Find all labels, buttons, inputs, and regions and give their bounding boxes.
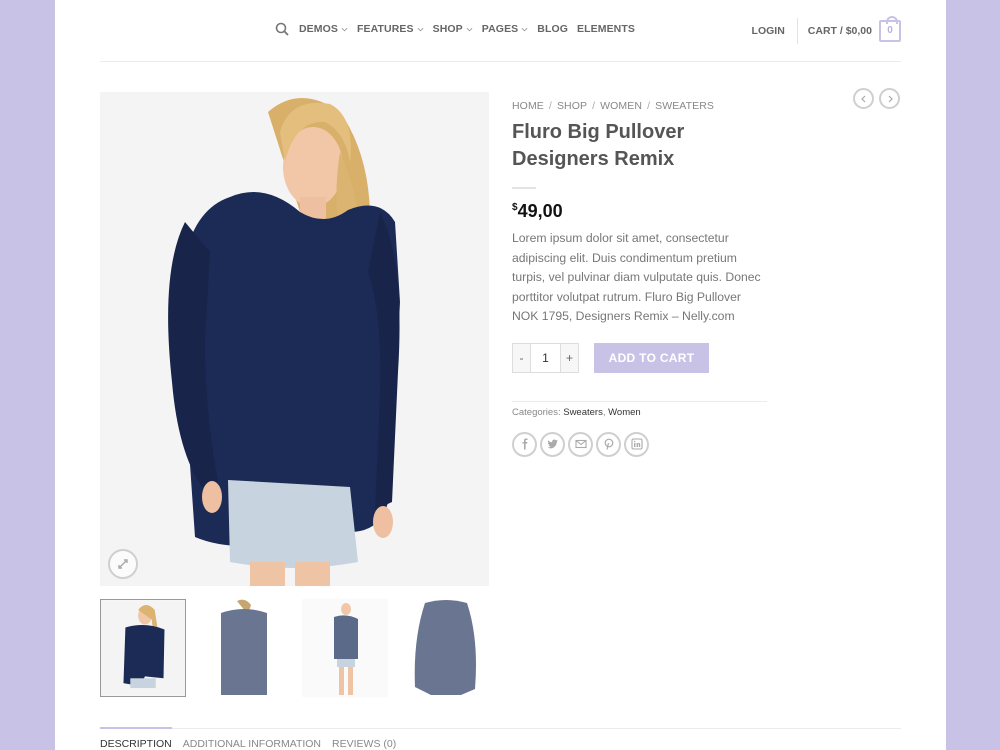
breadcrumb-women[interactable]: WOMEN <box>600 100 642 112</box>
tab-reviews[interactable]: REVIEWS (0) <box>332 729 396 750</box>
product-title: Fluro Big Pullover Designers Remix <box>512 121 685 170</box>
search-icon[interactable] <box>275 22 289 36</box>
tab-additional-information[interactable]: ADDITIONAL INFORMATION <box>183 729 321 750</box>
login-link[interactable]: LOGIN <box>752 18 798 44</box>
nav-pages[interactable]: PAGES <box>482 23 528 35</box>
title-divider <box>512 187 536 189</box>
category-link-women[interactable]: Women <box>608 407 641 418</box>
pinterest-icon <box>604 439 613 451</box>
prev-product-button[interactable] <box>853 88 874 109</box>
breadcrumb-separator: / <box>592 100 596 112</box>
thumbnail-1[interactable] <box>100 599 186 697</box>
add-to-cart-form: - + ADD TO CART <box>512 342 767 373</box>
email-icon <box>574 440 587 449</box>
thumbnail-3[interactable] <box>302 599 388 697</box>
breadcrumb: HOME / SHOP / WOMEN / SWEATERS <box>512 100 767 112</box>
breadcrumb-separator: / <box>647 100 651 112</box>
tab-description[interactable]: DESCRIPTION <box>100 727 172 750</box>
quantity-minus-button[interactable]: - <box>513 343 530 372</box>
product-tabs: DESCRIPTION ADDITIONAL INFORMATION REVIE… <box>100 727 901 750</box>
main-nav: DEMOS FEATURES SHOP PAGES BLOG ELEMENTS <box>275 22 644 36</box>
thumbnail-image <box>201 599 287 697</box>
category-link-sweaters[interactable]: Sweaters <box>563 407 603 418</box>
share-email-button[interactable] <box>568 431 593 457</box>
add-to-cart-button[interactable]: ADD TO CART <box>594 342 709 373</box>
price-amount: 49,00 <box>517 201 563 221</box>
thumbnail-4[interactable] <box>403 599 489 697</box>
product-price: $49,00 <box>512 201 767 222</box>
main-product-image[interactable] <box>100 92 489 586</box>
nav-features-label: FEATURES <box>357 23 414 35</box>
nav-pages-label: PAGES <box>481 23 519 35</box>
breadcrumb-home[interactable]: HOME <box>512 100 544 112</box>
cart-link[interactable]: CART / $0,00 <box>808 25 872 37</box>
thumbnail-image <box>302 599 388 697</box>
next-product-button[interactable] <box>879 88 900 109</box>
product-photo <box>100 92 489 586</box>
nav-demos[interactable]: DEMOS <box>299 23 348 35</box>
chevron-down-icon <box>466 27 473 31</box>
page: DEMOS FEATURES SHOP PAGES BLOG ELEMENTS <box>55 0 946 750</box>
linkedin-icon <box>630 438 643 451</box>
chevron-left-icon <box>860 95 865 102</box>
thumbnail-image <box>101 600 185 696</box>
breadcrumb-shop[interactable]: SHOP <box>557 100 587 112</box>
chevron-down-icon <box>417 27 424 31</box>
cart-count-badge[interactable]: 0 <box>879 16 901 42</box>
quantity-stepper: - + <box>512 342 579 373</box>
quantity-input[interactable] <box>530 343 561 372</box>
facebook-icon <box>522 438 527 450</box>
share-linkedin-button[interactable] <box>624 431 649 457</box>
nav-elements-label: ELEMENTS <box>577 23 635 35</box>
nav-features[interactable]: FEATURES <box>357 23 424 35</box>
nav-blog[interactable]: BLOG <box>537 23 568 35</box>
chevron-down-icon <box>341 27 348 31</box>
product-summary: HOME / SHOP / WOMEN / SWEATERS Fluro Big Pullo… <box>512 92 767 457</box>
nav-elements[interactable]: ELEMENTS <box>577 23 635 35</box>
header: DEMOS FEATURES SHOP PAGES BLOG ELEMENTS <box>100 0 901 62</box>
nav-blog-label: BLOG <box>537 23 569 35</box>
thumbnail-strip <box>100 599 504 697</box>
chevron-right-icon <box>888 95 893 102</box>
header-account: LOGIN CART / $0,00 0 <box>752 16 901 44</box>
twitter-icon <box>547 439 558 449</box>
product-description: Lorem ipsum dolor sit amet, consectetur … <box>512 231 761 324</box>
category-separator: , <box>602 406 606 418</box>
product-categories: Categories: Sweaters, Women <box>512 400 767 418</box>
share-facebook-button[interactable] <box>512 431 537 457</box>
nav-shop[interactable]: SHOP <box>433 23 473 35</box>
quantity-plus-button[interactable]: + <box>561 343 578 372</box>
share-twitter-button[interactable] <box>540 431 565 457</box>
nav-shop-label: SHOP <box>432 23 463 35</box>
share-pinterest-button[interactable] <box>596 431 621 457</box>
chevron-down-icon <box>521 27 528 31</box>
expand-icon <box>118 559 128 569</box>
nav-demos-label: DEMOS <box>299 23 339 35</box>
zoom-button[interactable] <box>108 549 138 579</box>
share-icons <box>512 431 767 457</box>
thumbnail-2[interactable] <box>201 599 287 697</box>
categories-label: Categories: <box>512 406 561 418</box>
breadcrumb-sweaters[interactable]: SWEATERS <box>655 100 714 112</box>
thumbnail-image <box>403 599 489 697</box>
breadcrumb-separator: / <box>548 100 552 112</box>
